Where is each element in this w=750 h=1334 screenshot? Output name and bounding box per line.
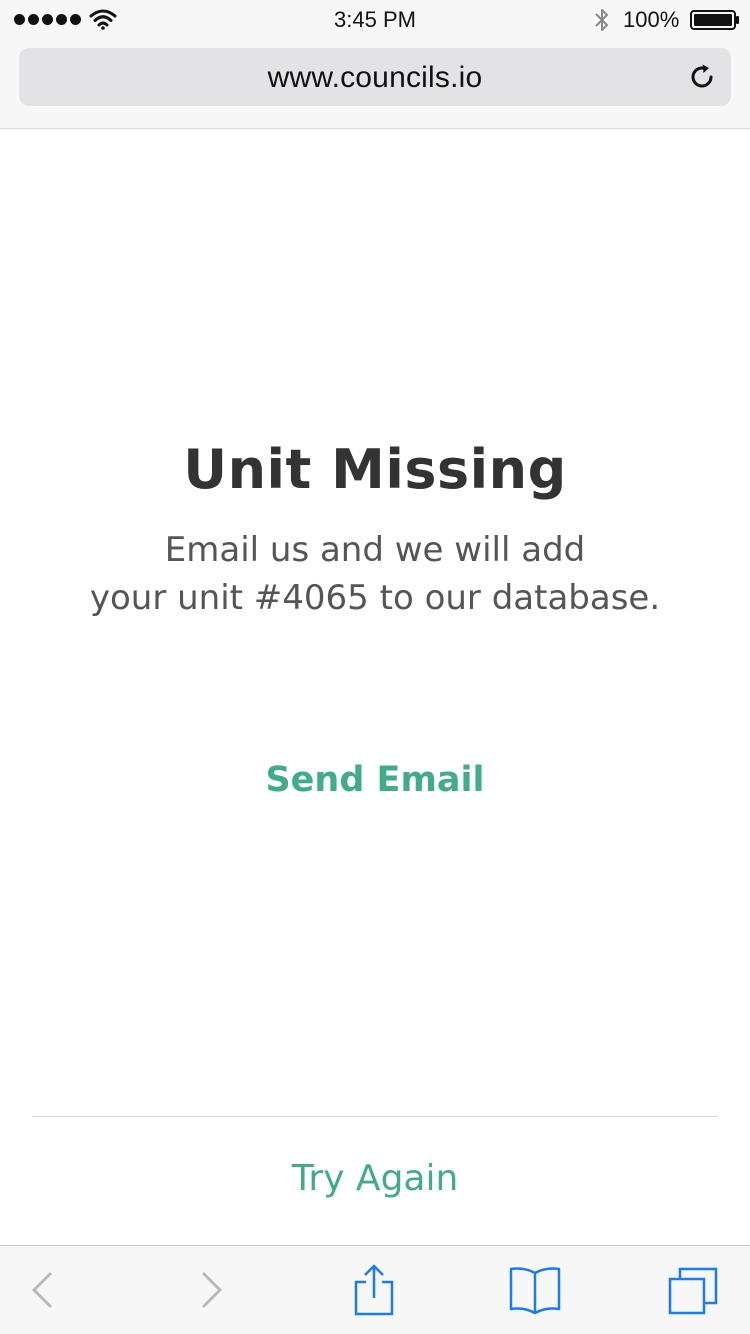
- share-icon: [354, 1264, 394, 1316]
- message-line-2: your unit #4065 to our database.: [89, 578, 661, 618]
- battery-icon: [690, 10, 739, 30]
- page-title: Unit Missing: [183, 438, 567, 501]
- reload-icon[interactable]: [687, 62, 717, 92]
- try-again-button[interactable]: Try Again: [225, 1158, 525, 1199]
- message-line-1: Email us and we will add: [164, 530, 586, 570]
- browser-chrome: 3:45 PM 100% www.councils.io: [0, 0, 750, 129]
- browser-toolbar: [0, 1245, 750, 1334]
- tabs-icon: [668, 1267, 718, 1315]
- bookmarks-icon: [509, 1267, 561, 1315]
- send-email-button[interactable]: Send Email: [225, 760, 525, 800]
- info-message: Email us and we will add your unit #4065…: [0, 526, 750, 622]
- status-bar: 3:45 PM 100%: [0, 0, 750, 40]
- bluetooth-icon: [595, 9, 608, 31]
- forward-button[interactable]: [183, 1264, 239, 1316]
- back-icon: [32, 1272, 52, 1308]
- share-button[interactable]: [346, 1264, 402, 1316]
- address-bar[interactable]: www.councils.io: [19, 48, 731, 106]
- bookmarks-button[interactable]: [507, 1264, 563, 1316]
- battery-percentage: 100%: [623, 7, 680, 32]
- forward-icon: [202, 1272, 222, 1308]
- tabs-button[interactable]: [665, 1264, 721, 1316]
- url-text[interactable]: www.councils.io: [19, 61, 731, 95]
- back-button[interactable]: [15, 1264, 71, 1316]
- divider: [32, 1116, 718, 1117]
